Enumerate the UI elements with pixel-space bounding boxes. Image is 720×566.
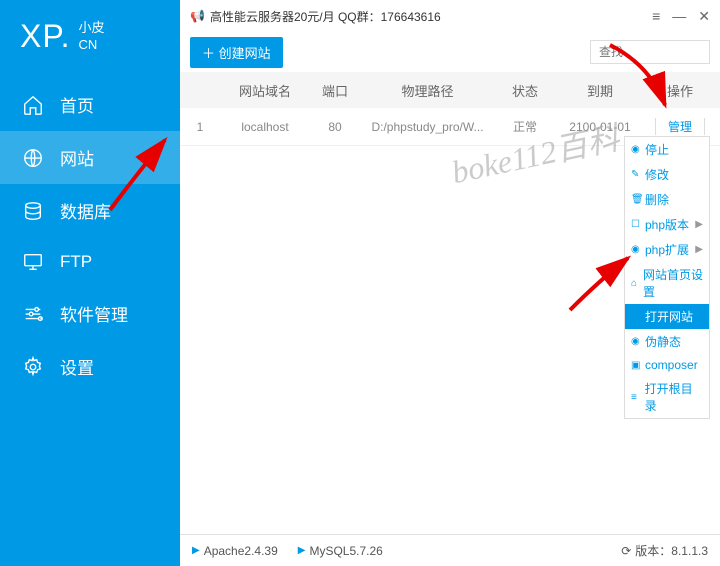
logo: XP. 小皮 CN [0,0,180,73]
sidebar-item-home[interactable]: 首页 [0,78,180,131]
service-mysql[interactable]: ▶MySQL5.7.26 [298,544,383,558]
sidebar-item-label: 数据库 [60,198,111,223]
cell-port: 80 [310,120,360,134]
chevron-right-icon: ▶ [695,244,703,255]
cell-path: D:/phpstudy_pro/W... [360,120,495,134]
table-header: 网站域名 端口 物理路径 状态 到期 操作 [180,72,720,108]
col-expire: 到期 [555,81,645,100]
dropdown-delete[interactable]: 🗑删除 [625,187,709,212]
speaker-icon: 📢 [190,9,205,23]
logo-sub: 小皮 CN [78,20,104,54]
cell-expire: 2100-01-01 [555,120,645,134]
play-icon: ▶ [298,545,306,556]
footer: ▶Apache2.4.39 ▶MySQL5.7.26 ⟳版本：8.1.1.3 [180,534,720,566]
sidebar-item-label: 网站 [60,145,94,170]
dropdown-composer[interactable]: ▣composer [625,354,709,376]
col-path: 物理路径 [360,81,495,100]
sliders-icon [22,303,44,325]
sidebar-item-label: 设置 [60,354,94,379]
nav: 首页 网站 数据库 FTP 软件管理 设置 [0,73,180,393]
main-area: 📢 高性能云服务器20元/月 QQ群：176643616 ≡ — ✕ ＋ 创建网… [180,0,720,566]
version-info: ⟳版本：8.1.1.3 [621,542,708,559]
sidebar-item-label: 首页 [60,92,94,117]
dropdown-rewrite[interactable]: ◉伪静态 [625,329,709,354]
refresh-icon[interactable]: ⟳ [621,544,631,558]
create-site-button[interactable]: ＋ 创建网站 [190,37,283,68]
dropdown-php-ext[interactable]: ◉php扩展▶ [625,237,709,262]
folder-icon: ≡ [631,392,643,403]
service-apache[interactable]: ▶Apache2.4.39 [192,544,278,558]
delete-icon: 🗑 [631,194,643,205]
menu-icon[interactable]: ≡ [652,8,660,25]
monitor-icon [22,251,44,273]
col-status: 状态 [495,81,555,100]
sidebar-item-ftp[interactable]: FTP [0,237,180,287]
titlebar: 📢 高性能云服务器20元/月 QQ群：176643616 ≡ — ✕ [180,0,720,32]
sidebar-item-website[interactable]: 网站 [0,131,180,184]
cell-status: 正常 [495,118,555,135]
minimize-icon[interactable]: — [672,8,686,25]
composer-icon: ▣ [631,360,643,371]
chevron-right-icon: ▶ [695,219,703,230]
rewrite-icon: ◉ [631,336,643,347]
cell-index: 1 [180,120,220,134]
dropdown-open-root[interactable]: ≡打开根目录 [625,376,709,418]
sidebar-item-software[interactable]: 软件管理 [0,287,180,340]
dropdown-php-version[interactable]: ☐php版本▶ [625,212,709,237]
globe-icon [22,147,44,169]
manage-dropdown: ◉停止 ✎修改 🗑删除 ☐php版本▶ ◉php扩展▶ ⌂网站首页设置 打开网站… [624,136,710,419]
database-icon [22,200,44,222]
search-input[interactable] [590,40,710,64]
sidebar-item-label: 软件管理 [60,301,128,326]
home-icon: ⌂ [631,278,641,289]
play-icon: ▶ [192,545,200,556]
close-icon[interactable]: ✕ [698,8,710,25]
ext-icon: ◉ [631,244,643,255]
sidebar-item-settings[interactable]: 设置 [0,340,180,393]
dropdown-edit[interactable]: ✎修改 [625,162,709,187]
col-port: 端口 [310,81,360,100]
edit-icon: ✎ [631,169,643,180]
home-icon [22,94,44,116]
gear-icon [22,356,44,378]
stop-icon: ◉ [631,144,643,155]
version-icon: ☐ [631,219,643,230]
dropdown-homepage[interactable]: ⌂网站首页设置 [625,262,709,304]
toolbar: ＋ 创建网站 [180,32,720,72]
cell-domain: localhost [220,120,310,134]
logo-main: XP. [20,18,70,55]
dropdown-open-site[interactable]: 打开网站 [625,304,709,329]
col-action: 操作 [645,81,715,100]
sidebar-item-database[interactable]: 数据库 [0,184,180,237]
window-controls: ≡ — ✕ [652,8,710,25]
sidebar: XP. 小皮 CN 首页 网站 数据库 FTP 软件管理 设置 [0,0,180,566]
titlebar-text: 高性能云服务器20元/月 QQ群：176643616 [210,8,441,25]
sidebar-item-label: FTP [60,252,92,272]
dropdown-stop[interactable]: ◉停止 [625,137,709,162]
manage-button[interactable]: 管理 [655,118,705,135]
col-domain: 网站域名 [220,81,310,100]
cell-action: 管理 [645,118,715,135]
